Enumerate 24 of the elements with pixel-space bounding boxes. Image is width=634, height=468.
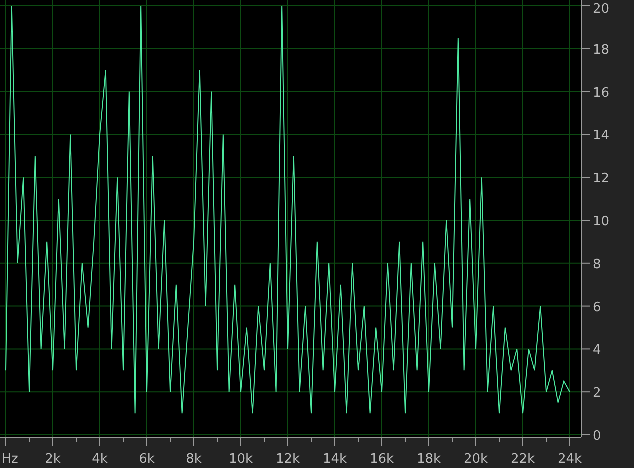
x-tick-label: Hz <box>2 452 18 467</box>
x-tick-label: 8k <box>186 452 202 467</box>
y-tick-label: 8 <box>593 257 602 272</box>
x-tick-label: 24k <box>558 452 582 467</box>
x-tick-label: 2k <box>45 452 61 467</box>
x-tick-label: 12k <box>276 452 300 467</box>
x-tick-label: 6k <box>139 452 155 467</box>
y-tick-label: 16 <box>593 86 610 101</box>
x-tick-label: 4k <box>92 452 108 467</box>
x-tick-label: 16k <box>370 452 394 467</box>
y-tick-label: 0 <box>593 429 602 444</box>
x-tick-label: 20k <box>464 452 488 467</box>
y-tick-label: 20 <box>593 2 610 17</box>
y-tick-label: 14 <box>593 128 610 144</box>
x-tick-label: 10k <box>228 452 254 467</box>
y-tick-label: 2 <box>593 386 602 402</box>
y-tick-label: 10 <box>593 214 610 230</box>
y-tick-label: 4 <box>593 343 602 358</box>
x-tick-label: 14k <box>322 452 348 467</box>
x-tick-label: 22k <box>510 452 536 467</box>
y-tick-label: 18 <box>593 42 610 58</box>
y-tick-label: 6 <box>593 300 602 316</box>
x-tick-label: 18k <box>416 452 442 467</box>
y-tick-label: 12 <box>593 172 610 187</box>
